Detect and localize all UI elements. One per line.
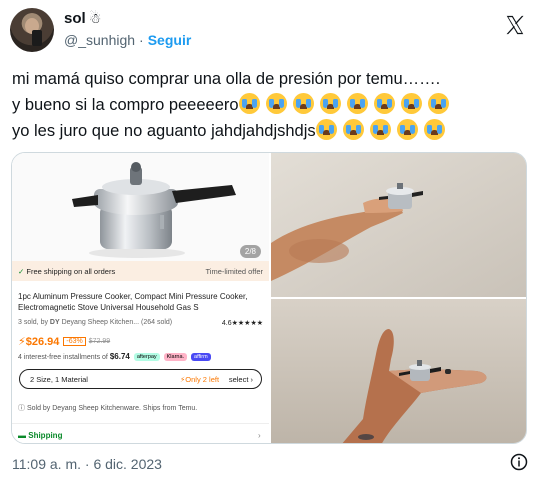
installments-row[interactable]: 4 interest-free installments of $6.74 af… — [18, 352, 211, 361]
seller-name[interactable]: Deyang Sheep Kitchen... — [62, 319, 139, 326]
pressure-cooker-image — [72, 162, 236, 258]
follow-button[interactable]: Seguir — [148, 32, 192, 48]
tweet-line-1: mi mamá quiso comprar una olla de presió… — [12, 70, 441, 88]
free-shipping-text: Free shipping on all orders — [26, 267, 116, 276]
loudly-crying-face-icon — [396, 119, 418, 140]
check-icon: ✓ — [18, 267, 25, 276]
product-image: 2/8 — [12, 153, 269, 261]
loudly-crying-face-icon — [265, 93, 287, 114]
bolt-icon: ⚡ — [18, 336, 26, 348]
divider — [12, 423, 269, 424]
loudly-crying-face-icon — [292, 93, 314, 114]
product-title[interactable]: 1pc Aluminum Pressure Cooker, Compact Mi… — [18, 291, 256, 313]
discount-badge: -63% — [63, 337, 86, 346]
chevron-right-icon: › — [258, 431, 261, 440]
loudly-crying-face-icon — [369, 119, 391, 140]
separator-dot: · — [139, 32, 144, 48]
klarna-badge: Klarna. — [163, 353, 188, 361]
loudly-crying-face-icon — [400, 93, 422, 114]
stock-text: Only 2 left — [185, 375, 220, 384]
display-name-text: sol — [64, 10, 86, 27]
current-price: $26.94 — [25, 336, 60, 348]
option-selector[interactable]: 2 Size, 1 Material ⚡Only 2 left select › — [19, 369, 262, 389]
select-text: select — [228, 375, 249, 384]
loudly-crying-face-icon — [342, 119, 364, 140]
display-name[interactable]: sol ☃ — [64, 10, 101, 27]
x-logo-icon[interactable] — [504, 14, 526, 36]
snowman-emoji: ☃ — [88, 11, 102, 27]
crying-emoji-row — [315, 119, 451, 140]
avatar-phone — [32, 30, 42, 46]
loudly-crying-face-icon — [373, 93, 395, 114]
affirm-badge: affirm — [191, 353, 211, 361]
old-price: $72.99 — [88, 338, 111, 345]
info-icon[interactable] — [510, 453, 528, 471]
loudly-crying-face-icon — [315, 119, 337, 140]
tweet-header: sol ☃ @_sunhigh · Seguir — [10, 8, 530, 54]
loudly-crying-face-icon — [346, 93, 368, 114]
free-shipping-bar[interactable]: ✓ Free shipping on all orders Time-limit… — [12, 261, 269, 281]
photo-hand-holding-mini-cooker[interactable] — [271, 153, 526, 297]
crying-emoji-row — [238, 93, 455, 114]
tweet-line-3: yo les juro que no aguanto jahdjahdjshdj… — [12, 118, 532, 144]
tweet-timestamp[interactable]: 11:09 a. m. · 6 dic. 2023 — [12, 456, 162, 472]
chevron-right-icon: › — [250, 375, 254, 384]
select-label: select › — [229, 375, 253, 384]
image-counter: 2/8 — [239, 245, 261, 258]
photo-mini-cooker-on-palm[interactable] — [271, 299, 526, 443]
info-small-icon: ⓘ — [18, 405, 25, 412]
tweet-text: mi mamá quiso comprar una olla de presió… — [12, 66, 532, 144]
avatar[interactable] — [10, 8, 54, 52]
installments-text: 4 interest-free installments of — [18, 354, 108, 361]
installment-amount: $6.74 — [109, 352, 130, 361]
shipping-text: Shipping — [28, 431, 63, 440]
tweet-line-3-text: yo les juro que no aguanto jahdjahdjshdj… — [12, 122, 316, 140]
loudly-crying-face-icon — [427, 93, 449, 114]
hand-photo-2 — [271, 299, 526, 443]
user-handle[interactable]: @_sunhigh — [64, 32, 135, 48]
tweet-line-2-text: y bueno si la compro peeeeero — [12, 96, 239, 114]
time-limited-label: Time-limited offer — [205, 267, 263, 276]
loudly-crying-face-icon — [423, 119, 445, 140]
seller-logo-icon: DY — [49, 319, 60, 326]
truck-icon: ▬ — [18, 431, 26, 440]
handle-row: @_sunhigh · Seguir — [64, 32, 191, 48]
loudly-crying-face-icon — [319, 93, 341, 114]
option-label: 2 Size, 1 Material — [30, 375, 88, 384]
sold-count: 3 sold, by — [18, 319, 48, 326]
free-shipping-label: ✓ Free shipping on all orders — [18, 267, 115, 276]
sold-by-line: ⓘ Sold by Deyang Sheep Kitchenware. Ship… — [18, 403, 197, 413]
price-row: ⚡$26.94 -63% $72.99 — [18, 335, 110, 348]
sold-by-text: Sold by Deyang Sheep Kitchenware. Ships … — [26, 405, 198, 412]
seller-row[interactable]: 3 sold, by DY Deyang Sheep Kitchen... (2… — [18, 319, 263, 327]
temu-screenshot[interactable]: 2/8 ✓ Free shipping on all orders Time-l… — [12, 153, 269, 443]
seller-sold: (264 sold) — [141, 319, 173, 326]
tweet-line-2: y bueno si la compro peeeeero — [12, 92, 532, 118]
afterpay-badge: afterpay — [133, 353, 160, 361]
media-grid[interactable]: 2/8 ✓ Free shipping on all orders Time-l… — [11, 152, 527, 444]
hand-photo-1 — [271, 153, 526, 297]
loudly-crying-face-icon — [238, 93, 260, 114]
stock-label: ⚡Only 2 left — [180, 375, 219, 384]
shipping-row[interactable]: ▬ Shipping › — [18, 431, 261, 440]
rating-stars: 4.6★★★★★ — [221, 320, 263, 327]
